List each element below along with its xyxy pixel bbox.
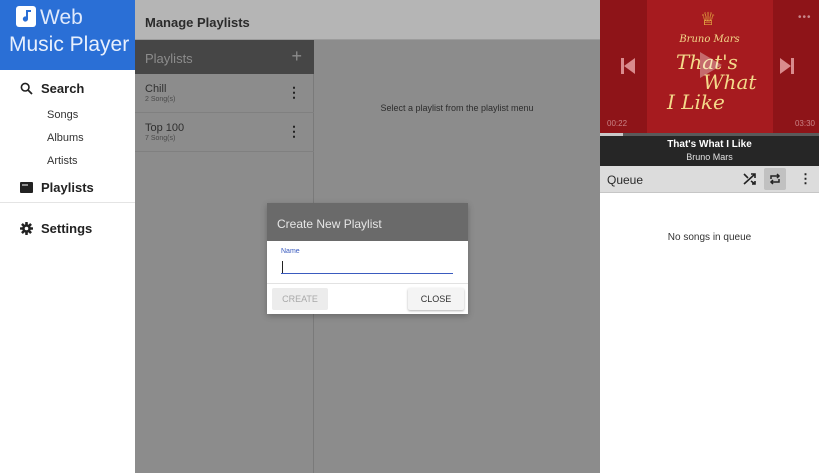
close-button[interactable]: CLOSE	[408, 288, 464, 310]
name-field-label: Name	[281, 248, 300, 255]
search-icon	[19, 82, 33, 95]
page-header: Manage Playlists	[135, 0, 600, 40]
nav-settings-label: Settings	[41, 221, 93, 236]
nav-playlists[interactable]: Playlists	[19, 180, 94, 195]
logo-text-music-player: Music Player	[9, 33, 130, 56]
now-playing-info: That's What I Like Bruno Mars	[600, 136, 819, 166]
playlist-item-top-100[interactable]: Top 100 7 Song(s) ⋮	[135, 113, 314, 152]
dialog-header: Create New Playlist	[267, 203, 468, 241]
previous-track-icon[interactable]	[621, 58, 635, 79]
queue-title: Queue	[607, 173, 644, 187]
more-vert-icon[interactable]: ⋮	[287, 85, 301, 99]
song-artist: Bruno Mars	[686, 152, 733, 162]
sidebar-divider	[0, 202, 135, 203]
empty-playlist-message: Select a playlist from the playlist menu	[380, 103, 534, 113]
more-horiz-icon[interactable]: •••	[798, 13, 812, 23]
cover-artist-text: Bruno Mars	[679, 34, 740, 45]
track-duration: 03:30	[794, 119, 815, 128]
plus-icon[interactable]: +	[291, 47, 302, 65]
crown-icon: ♕	[700, 9, 717, 29]
dialog-divider	[267, 283, 468, 284]
logo-text-web: Web	[40, 6, 83, 29]
song-title: That's What I Like	[667, 139, 752, 150]
gear-icon	[19, 222, 33, 235]
nav-songs[interactable]: Songs	[47, 109, 78, 121]
dialog-title: Create New Playlist	[277, 217, 382, 231]
text-caret	[282, 261, 283, 273]
nav-search[interactable]: Search	[19, 81, 84, 96]
nav-settings[interactable]: Settings	[19, 221, 92, 236]
nav-search-label: Search	[41, 81, 85, 96]
create-playlist-dialog: Create New Playlist Name CREATE CLOSE	[267, 203, 468, 314]
playlist-name: Top 100	[145, 122, 185, 134]
music-note-icon	[16, 6, 36, 27]
next-track-icon[interactable]	[780, 58, 794, 79]
queue-header: Queue ⋮	[600, 166, 819, 193]
nav-artists[interactable]: Artists	[47, 155, 78, 167]
playlist-count: 2 Song(s)	[145, 96, 176, 103]
playlist-name: Chill	[145, 83, 167, 95]
shuffle-icon[interactable]	[743, 172, 757, 191]
queue-empty-message: No songs in queue	[667, 232, 752, 243]
repeat-icon[interactable]	[764, 168, 786, 190]
nav-playlists-label: Playlists	[41, 180, 94, 195]
album-art: ♕ Bruno Mars That's What I Like ••• 00:2…	[600, 0, 819, 133]
player-panel: ♕ Bruno Mars That's What I Like ••• 00:2…	[600, 0, 819, 473]
current-time: 00:22	[607, 119, 628, 128]
sidebar: Web Music Player Search Songs Albums Art…	[0, 0, 135, 473]
create-button[interactable]: CREATE	[272, 288, 328, 310]
more-vert-icon[interactable]: ⋮	[287, 124, 301, 138]
more-vert-icon[interactable]: ⋮	[799, 172, 812, 185]
cover-title-line: I Like	[667, 90, 725, 114]
nav-albums[interactable]: Albums	[47, 132, 84, 144]
playlist-count: 7 Song(s)	[145, 135, 176, 142]
play-icon[interactable]	[700, 52, 722, 83]
page-title: Manage Playlists	[145, 15, 250, 30]
playlists-header: Playlists +	[135, 40, 314, 74]
playlist-item-chill[interactable]: Chill 2 Song(s) ⋮	[135, 74, 314, 113]
app-logo[interactable]: Web Music Player	[0, 0, 135, 70]
playlists-title: Playlists	[145, 51, 193, 66]
playlist-icon	[19, 182, 33, 193]
playlist-name-input[interactable]	[281, 258, 453, 274]
